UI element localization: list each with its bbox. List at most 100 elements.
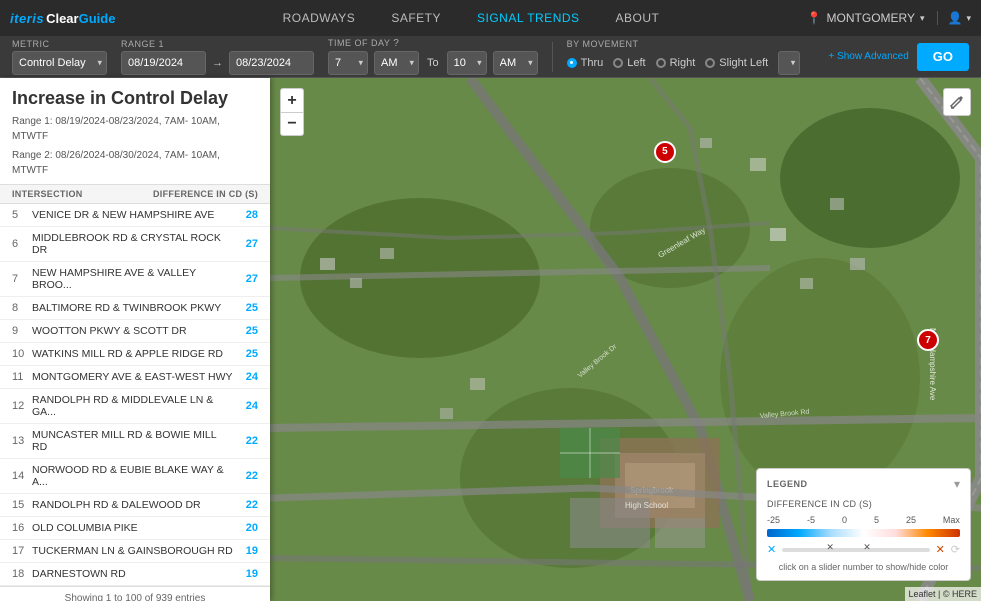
legend-collapse-button[interactable]: ▾ <box>954 477 960 491</box>
slight-left-radio-dot <box>705 58 715 68</box>
row-intersection-name: DARNESTOWN RD <box>32 568 234 580</box>
sidebar-range1: Range 1: 08/19/2024-08/23/2024, 7AM- 10A… <box>12 114 258 144</box>
metric-label: METRIC <box>12 39 107 49</box>
go-button[interactable]: GO <box>917 43 969 71</box>
period-from-select[interactable]: AM PM <box>374 51 419 75</box>
advanced-button[interactable]: + Show Advanced <box>828 51 908 62</box>
row-intersection-name: MIDDLEBROOK RD & CRYSTAL ROCK DR <box>32 232 234 256</box>
nav-roadways[interactable]: ROADWAYS <box>265 11 374 25</box>
nav-location[interactable]: 📍 MONTGOMERY ▾ <box>807 11 938 25</box>
map-background[interactable]: Greenleaf Way Valley Brook Dr Valley Bro… <box>270 78 981 601</box>
row-difference-value: 25 <box>234 348 258 360</box>
sidebar-footer: Showing 1 to 100 of 939 entries 1 2 3 4 … <box>0 586 270 601</box>
legend-expand-icon[interactable]: ⟳ <box>951 543 960 556</box>
range1-control: → <box>121 51 314 75</box>
draw-button[interactable] <box>943 88 971 116</box>
movement-radio-group: Thru Left Right Slight Left <box>567 51 801 75</box>
table-row[interactable]: 18 DARNESTOWN RD 19 <box>0 563 270 586</box>
nav-signal-trends[interactable]: SIGNAL TRENDS <box>459 11 598 25</box>
right-label: Right <box>670 57 696 69</box>
slider-5[interactable]: ✕ <box>863 542 871 553</box>
more-movements-select[interactable] <box>778 51 800 75</box>
zoom-out-button[interactable]: − <box>280 112 304 136</box>
hour-from-wrapper: 7 <box>328 51 368 75</box>
table-row[interactable]: 15 RANDOLPH RD & DALEWOOD DR 22 <box>0 494 270 517</box>
row-difference-value: 27 <box>234 238 258 250</box>
table-row[interactable]: 13 MUNCASTER MILL RD & BOWIE MILL RD 22 <box>0 424 270 459</box>
table-row[interactable]: 8 BALTIMORE RD & TWINBROOK PKWY 25 <box>0 297 270 320</box>
separator <box>552 42 553 72</box>
nav-user-menu[interactable]: 👤 ▾ <box>948 11 971 25</box>
logo-guide: Guide <box>79 11 116 26</box>
metric-group: METRIC Control Delay <box>12 39 107 75</box>
nav-about[interactable]: ABOUT <box>598 11 678 25</box>
scale-5: 5 <box>874 515 879 525</box>
scale-25: 25 <box>906 515 916 525</box>
row-number: 14 <box>12 470 32 482</box>
zoom-in-button[interactable]: + <box>280 88 304 112</box>
user-chevron-icon: ▾ <box>966 13 971 24</box>
legend-note: click on a slider number to show/hide co… <box>767 562 960 572</box>
slider-neg5[interactable]: ✕ <box>826 542 834 553</box>
row-intersection-name: RANDOLPH RD & MIDDLEVALE LN & GA... <box>32 394 234 418</box>
row-difference-value: 22 <box>234 435 258 447</box>
legend-scale-labels: -25 -5 0 5 25 Max <box>767 515 960 525</box>
table-row[interactable]: 12 RANDOLPH RD & MIDDLEVALE LN & GA... 2… <box>0 389 270 424</box>
row-difference-value: 19 <box>234 568 258 580</box>
col-diff-label: DIFFERENCE IN CD (S) <box>153 189 258 200</box>
table-row[interactable]: 7 NEW HAMPSHIRE AVE & VALLEY BROO... 27 <box>0 262 270 297</box>
row-intersection-name: NORWOOD RD & EUBIE BLAKE WAY & A... <box>32 464 234 488</box>
user-icon: 👤 <box>948 11 963 25</box>
map-attribution: Leaflet | © HERE <box>905 587 981 601</box>
svg-text:High School: High School <box>625 501 668 510</box>
table-row[interactable]: 17 TUCKERMAN LN & GAINSBOROUGH RD 19 <box>0 540 270 563</box>
movement-left[interactable]: Left <box>613 57 645 69</box>
hour-to-select[interactable]: 10 <box>447 51 487 75</box>
metric-select-wrapper: Control Delay <box>12 51 107 75</box>
legend-subtitle: DIFFERENCE IN CD (S) <box>767 499 960 509</box>
table-row[interactable]: 5 VENICE DR & NEW HAMPSHIRE AVE 28 <box>0 204 270 227</box>
time-question-icon[interactable]: ? <box>393 38 399 49</box>
nav-right: 📍 MONTGOMERY ▾ 👤 ▾ <box>807 11 971 25</box>
movement-right[interactable]: Right <box>656 57 696 69</box>
map-marker-7[interactable]: 7 <box>917 329 939 351</box>
left-radio-dot <box>613 58 623 68</box>
period-to-select[interactable]: AM PM <box>493 51 538 75</box>
sidebar-col-header: INTERSECTION DIFFERENCE IN CD (S) <box>0 185 270 205</box>
row-difference-value: 24 <box>234 400 258 412</box>
map-container: Greenleaf Way Valley Brook Dr Valley Bro… <box>270 78 981 601</box>
hour-from-select[interactable]: 7 <box>328 51 368 75</box>
location-chevron-icon: ▾ <box>920 13 925 24</box>
table-row[interactable]: 16 OLD COLUMBIA PIKE 20 <box>0 517 270 540</box>
row-difference-value: 27 <box>234 273 258 285</box>
row-number: 18 <box>12 568 32 580</box>
slider-track[interactable]: ✕ ✕ <box>782 548 929 552</box>
map-marker-5[interactable]: 5 <box>654 141 676 163</box>
table-row[interactable]: 14 NORWOOD RD & EUBIE BLAKE WAY & A... 2… <box>0 459 270 494</box>
movement-thru[interactable]: Thru <box>567 57 604 69</box>
table-row[interactable]: 11 MONTGOMERY AVE & EAST-WEST HWY 24 <box>0 366 270 389</box>
nav-safety[interactable]: SAFETY <box>373 11 459 25</box>
slider-max-btn[interactable]: ✕ <box>936 543 945 556</box>
table-row[interactable]: 9 WOOTTON PKWY & SCOTT DR 25 <box>0 320 270 343</box>
row-number: 9 <box>12 325 32 337</box>
table-row[interactable]: 6 MIDDLEBROOK RD & CRYSTAL ROCK DR 27 <box>0 227 270 262</box>
main-area: Increase in Control Delay Range 1: 08/19… <box>0 78 981 601</box>
table-row[interactable]: 10 WATKINS MILL RD & APPLE RIDGE RD 25 <box>0 343 270 366</box>
metric-select[interactable]: Control Delay <box>12 51 107 75</box>
slider-neg25-btn[interactable]: ✕ <box>767 543 776 556</box>
range1-label: RANGE 1 <box>121 39 314 49</box>
row-number: 15 <box>12 499 32 511</box>
sidebar: Increase in Control Delay Range 1: 08/19… <box>0 78 270 601</box>
period-from-wrapper: AM PM <box>374 51 419 75</box>
date-from-input[interactable] <box>121 51 206 75</box>
row-intersection-name: OLD COLUMBIA PIKE <box>32 522 234 534</box>
movement-slight-left[interactable]: Slight Left <box>705 57 768 69</box>
scale-0: 0 <box>842 515 847 525</box>
row-number: 10 <box>12 348 32 360</box>
thru-radio-dot <box>567 58 577 68</box>
sidebar-range2: Range 2: 08/26/2024-08/30/2024, 7AM- 10A… <box>12 148 258 178</box>
row-number: 5 <box>12 209 32 221</box>
date-to-input[interactable] <box>229 51 314 75</box>
row-number: 11 <box>12 371 32 383</box>
